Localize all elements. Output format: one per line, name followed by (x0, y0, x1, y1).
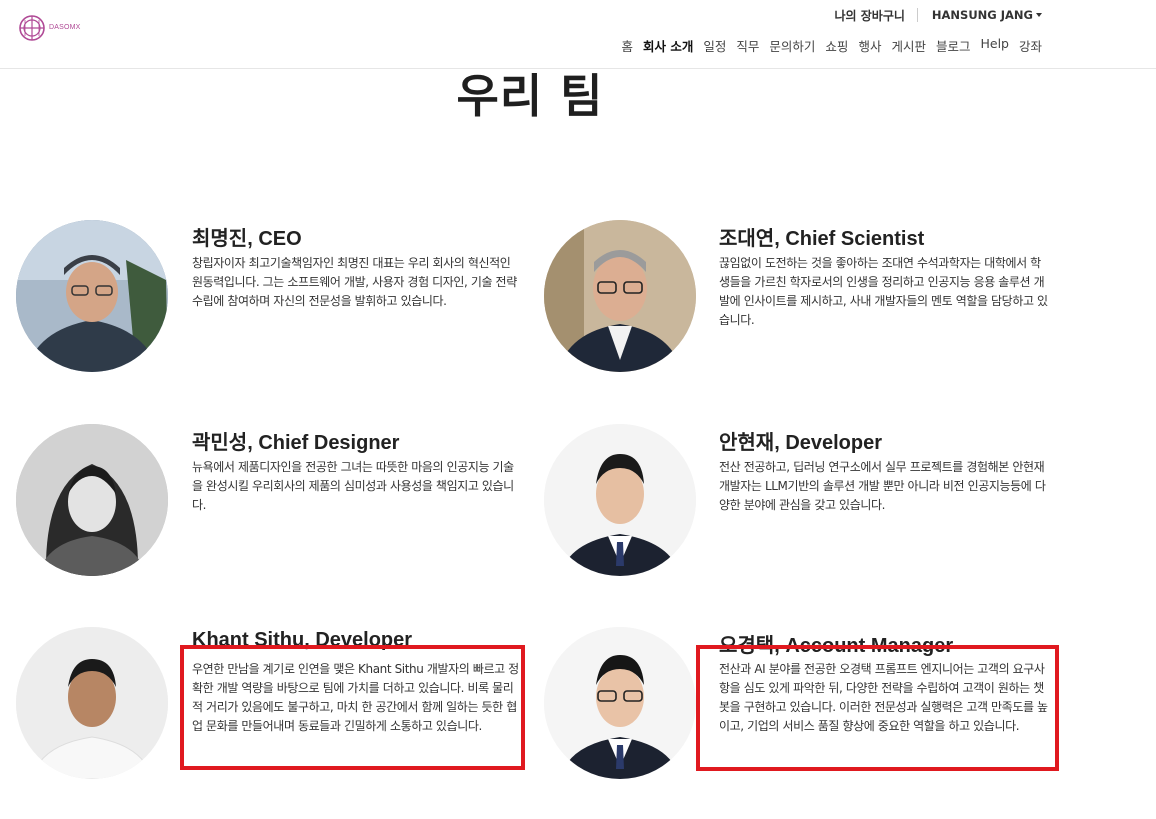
avatar (16, 220, 168, 372)
user-menu[interactable]: HANSUNG JANG (932, 8, 1042, 22)
member-name: 곽민성, Chief Designer (192, 432, 400, 454)
avatar (16, 627, 168, 779)
site-header: DASOMX 나의 장바구니 HANSUNG JANG 홈 회사 소개 일정 직… (0, 0, 1156, 69)
nav-item-help[interactable]: Help (980, 36, 1009, 55)
nav-item-board[interactable]: 게시판 (891, 36, 926, 55)
main-nav: 홈 회사 소개 일정 직무 문의하기 쇼핑 행사 게시판 블로그 Help 강좌 (622, 36, 1043, 55)
user-name: HANSUNG JANG (931, 8, 1033, 22)
nav-item-shop[interactable]: 쇼핑 (825, 36, 848, 55)
avatar (16, 424, 168, 576)
nav-item-home[interactable]: 홈 (622, 36, 634, 55)
logo-text: DASOMX (49, 24, 81, 31)
member-name: 조대연, Chief Scientist (719, 228, 925, 250)
member-description: 창립자이자 최고기술책임자인 최명진 대표는 우리 회사의 혁신적인 원동력입니… (192, 256, 517, 308)
highlight-box (696, 645, 1059, 771)
member-description: 뉴욕에서 제품디자인을 전공한 그녀는 따뜻한 마음의 인공지능 기술을 완성시… (192, 460, 514, 512)
nav-item-schedule[interactable]: 일정 (703, 36, 726, 55)
nav-item-blog[interactable]: 블로그 (936, 36, 971, 55)
nav-item-events[interactable]: 행사 (858, 36, 881, 55)
logo-icon (19, 15, 45, 41)
avatar (544, 627, 696, 779)
page-title: 우리 팀 (456, 69, 604, 123)
avatar (544, 424, 696, 576)
member-description: 전산 전공하고, 딥러닝 연구소에서 실무 프로젝트를 경험해본 안현재 개발자… (719, 460, 1046, 512)
member-name: 최명진, CEO (192, 228, 302, 250)
highlight-box (180, 645, 525, 770)
nav-item-courses[interactable]: 강좌 (1019, 36, 1042, 55)
cart-link[interactable]: 나의 장바구니 (834, 7, 916, 24)
account-bar: 나의 장바구니 HANSUNG JANG (834, 6, 1042, 24)
nav-item-jobs[interactable]: 직무 (736, 36, 759, 55)
nav-item-contact[interactable]: 문의하기 (769, 36, 815, 55)
topbar-divider (916, 8, 918, 22)
avatar (544, 220, 696, 372)
nav-item-about[interactable]: 회사 소개 (643, 36, 693, 55)
member-description: 끊임없이 도전하는 것을 좋아하는 조대연 수석과학자는 대학에서 학생들을 가… (719, 256, 1048, 327)
caret-down-icon (1036, 13, 1042, 17)
member-name: 안현재, Developer (719, 432, 883, 454)
logo[interactable]: DASOMX (18, 14, 88, 44)
